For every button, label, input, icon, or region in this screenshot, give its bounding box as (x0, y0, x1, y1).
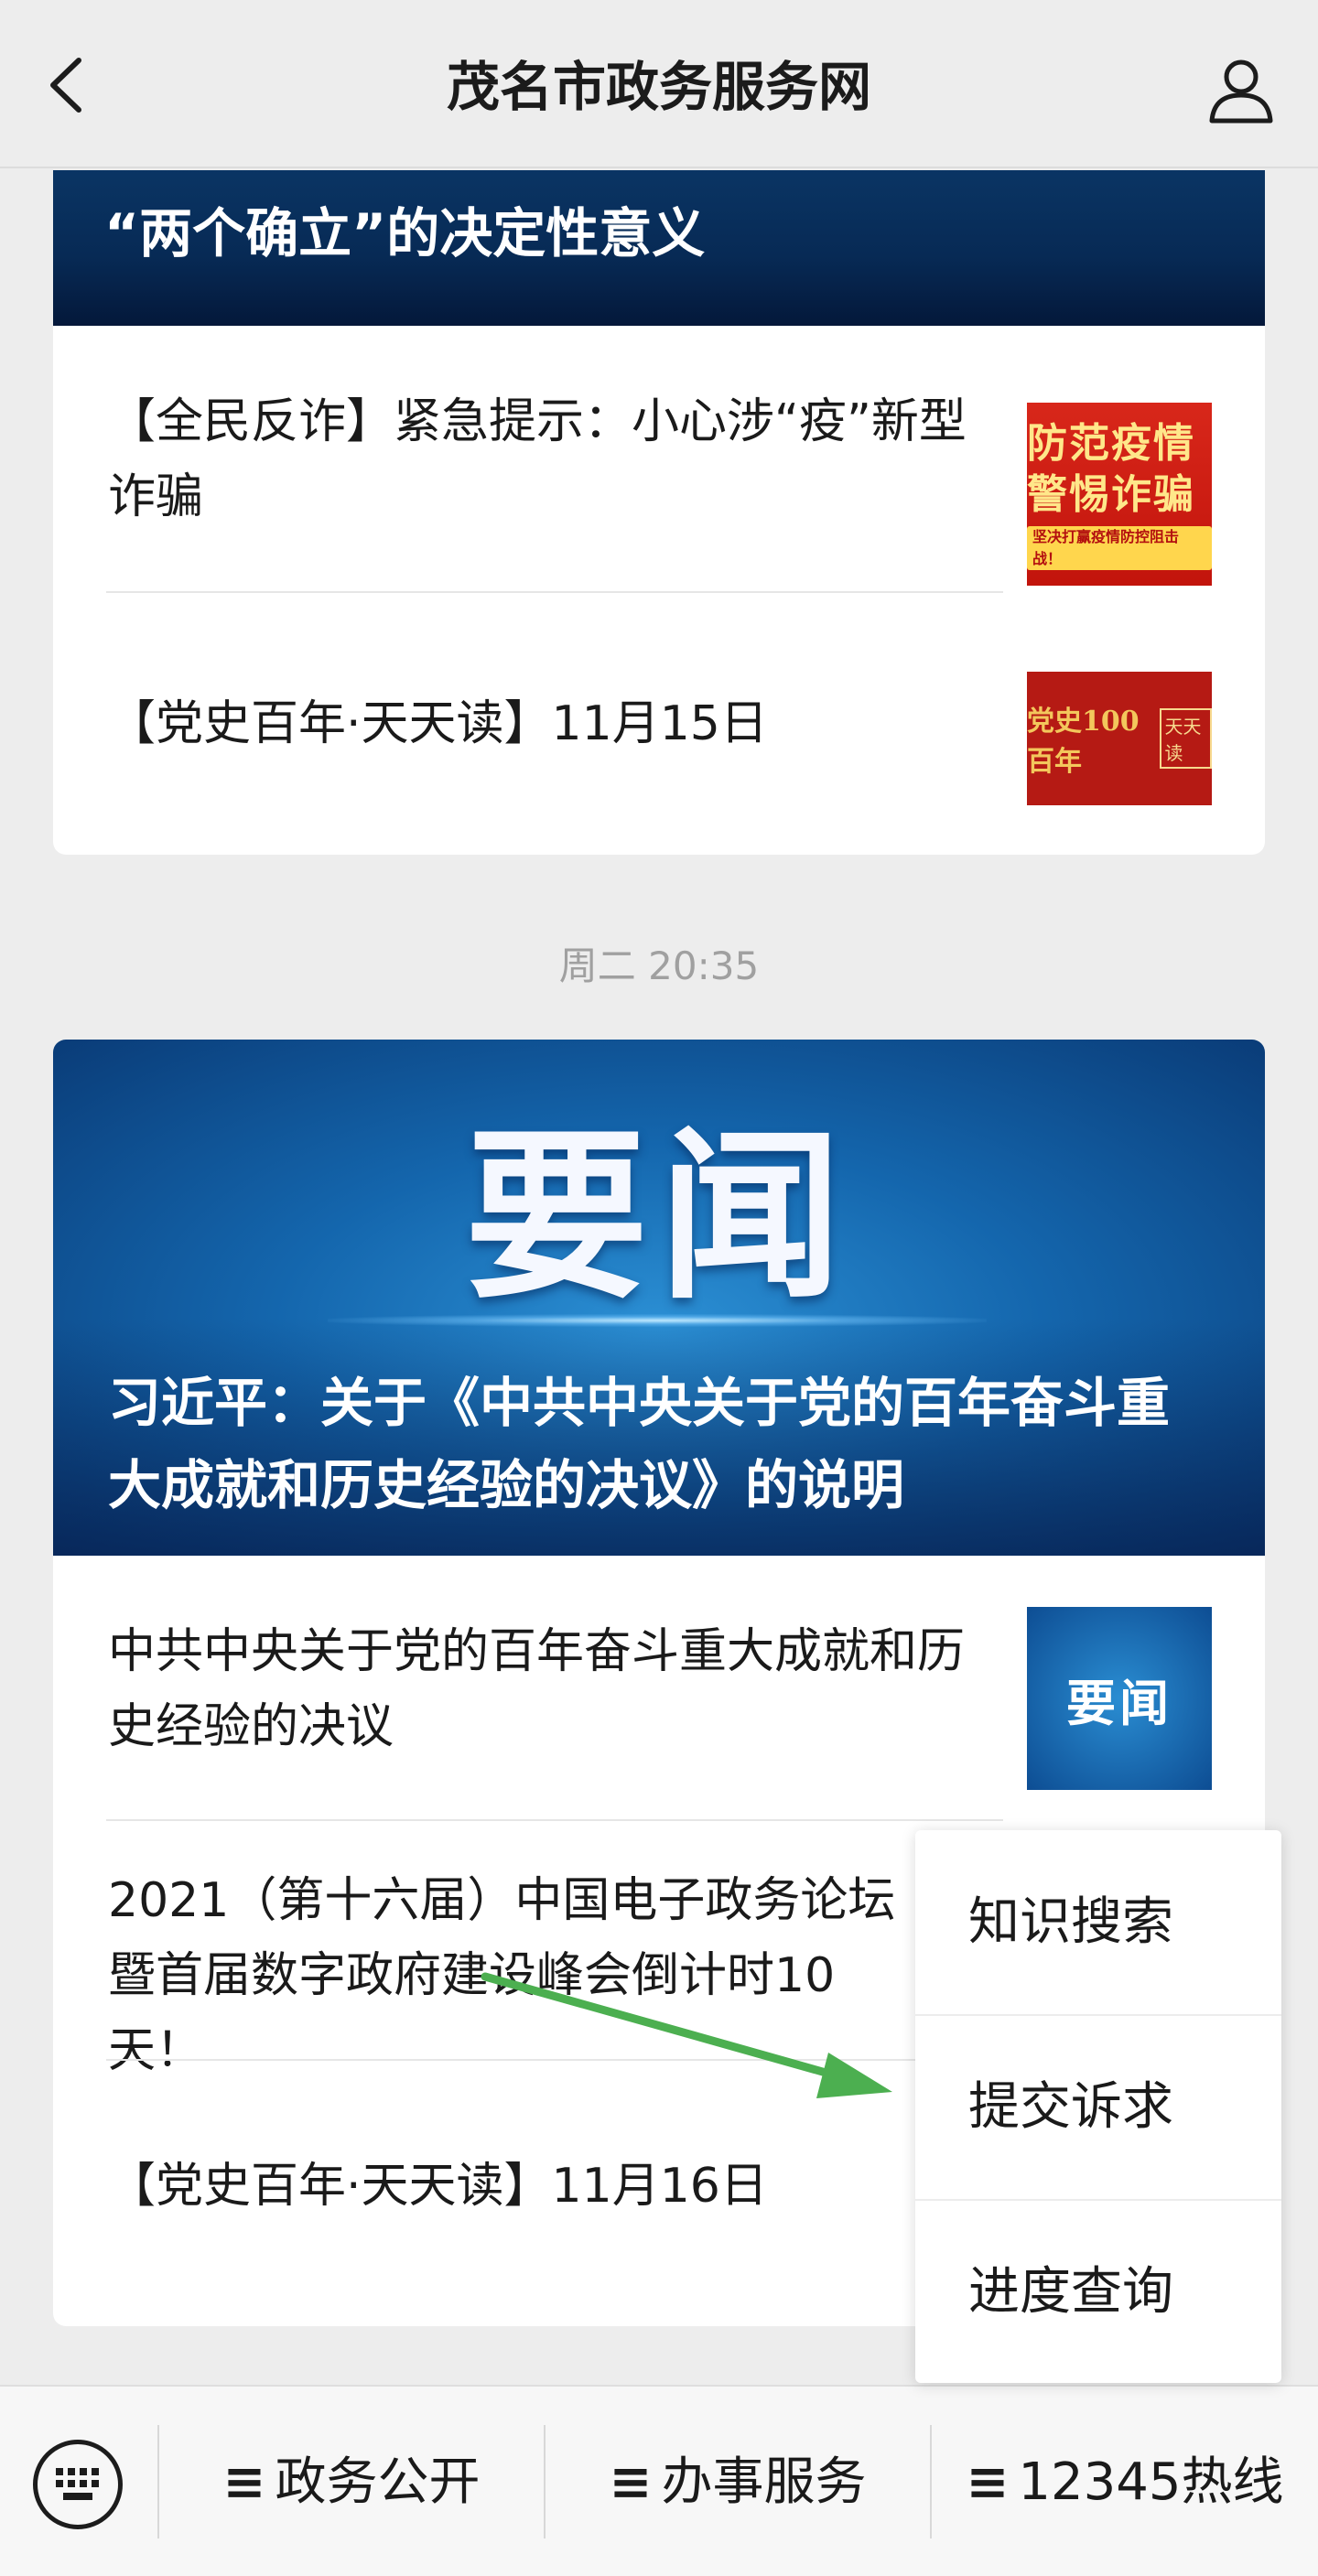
thumbnail-text: 党史100百年 (1027, 706, 1140, 778)
article-title: 【党史百年·天天读】11月16日 (108, 2159, 768, 2214)
menu-button-label: 政务公开 (275, 2452, 481, 2512)
menu-item-knowledge-search[interactable]: 知识搜索 (915, 1830, 1281, 2014)
article-banner[interactable]: “两个确立”的决定性意义 (53, 170, 1265, 326)
menu-list-icon: ≡ (609, 2452, 653, 2512)
article-thumbnail: 党史100百年 天天读 (1027, 672, 1212, 805)
menu-item-progress-query[interactable]: 进度查询 (915, 2200, 1281, 2384)
menu-button-hotline[interactable]: ≡ 12345热线 (932, 2387, 1318, 2576)
menu-button-services[interactable]: ≡ 办事服务 (546, 2387, 930, 2576)
article-thumbnail: 防范疫情 警惕诈骗 坚决打赢疫情防控阻击战！ (1027, 403, 1212, 586)
article-item[interactable]: 中共中央关于党的百年奋斗重大成就和历史经验的决议 要闻 (53, 1556, 1265, 1821)
headline-banner[interactable]: 要闻 习近平：关于《中共中央关于党的百年奋斗重大成就和历史经验的决议》的说明 (53, 1040, 1265, 1556)
keyboard-icon[interactable] (33, 2440, 123, 2529)
menu-button-gov-affairs[interactable]: ≡ 政务公开 (159, 2387, 544, 2576)
top-bar: 茂名市政务服务网 (0, 0, 1318, 168)
thumbnail-text: 要闻 (1066, 1674, 1172, 1732)
article-card: “两个确立”的决定性意义 【全民反诈】紧急提示：小心涉“疫”新型诈骗 防范疫情 … (53, 170, 1265, 855)
page-title: 茂名市政务服务网 (446, 56, 871, 118)
menu-list-icon: ≡ (222, 2452, 266, 2512)
menu-list-icon: ≡ (966, 2452, 1010, 2512)
thumbnail-subtext: 坚决打赢疫情防控阻击战！ (1027, 526, 1212, 570)
menu-item-submit-request[interactable]: 提交诉求 (915, 2015, 1281, 2199)
headline-title: 习近平：关于《中共中央关于党的百年奋斗重大成就和历史经验的决议》的说明 (108, 1372, 1171, 1516)
menu-button-label: 12345热线 (1018, 2452, 1284, 2512)
article-title: 2021（第十六届）中国电子政务论坛暨首届数字政府建设峰会倒计时10天！ (108, 1873, 896, 2078)
thumbnail-text: 防范疫情 警惕诈骗 (1027, 420, 1195, 518)
article-title: 中共中央关于党的百年奋斗重大成就和历史经验的决议 (108, 1624, 966, 1754)
article-item[interactable]: 【全民反诈】紧急提示：小心涉“疫”新型诈骗 防范疫情 警惕诈骗 坚决打赢疫情防控… (53, 326, 1265, 591)
article-item[interactable]: 【党史百年·天天读】11月15日 党史100百年 天天读 (53, 593, 1265, 855)
thumbnail-subtext: 天天读 (1159, 708, 1212, 769)
message-timestamp: 周二 20:35 (558, 943, 760, 988)
menu-button-label: 办事服务 (661, 2452, 867, 2512)
popup-menu: 知识搜索 提交诉求 进度查询 (915, 1830, 1281, 2383)
article-title: 【党史百年·天天读】11月15日 (108, 696, 768, 751)
article-thumbnail: 要闻 (1027, 1607, 1212, 1790)
article-title: 【全民反诈】紧急提示：小心涉“疫”新型诈骗 (108, 394, 967, 524)
bottom-menu-bar: ≡ 政务公开 ≡ 办事服务 ≡ 12345热线 (0, 2385, 1318, 2576)
banner-title: “两个确立”的决定性意义 (104, 202, 706, 264)
user-profile-icon[interactable] (1205, 53, 1278, 126)
hero-heading: 要闻 (464, 1111, 853, 1324)
